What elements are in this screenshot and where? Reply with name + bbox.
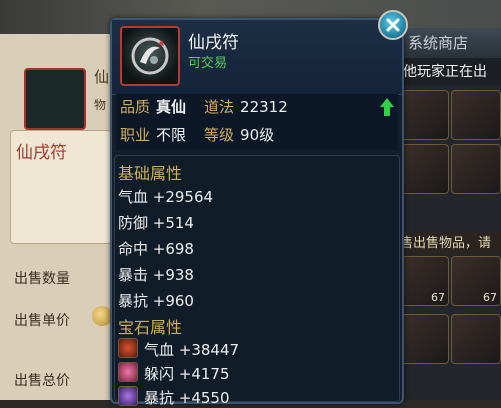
level-label: 等级	[204, 126, 235, 144]
stat-row-quality: 品质 真仙 道法 22312	[120, 96, 288, 117]
sell-item-sub: 物	[94, 98, 107, 112]
sell-quantity-label: 出售数量	[14, 271, 70, 287]
dao-value: 22312	[240, 98, 288, 116]
system-shop-tab[interactable]: 系统商店	[400, 28, 501, 58]
red-gem-icon	[118, 338, 138, 358]
base-attribute: 命中 +698	[118, 240, 194, 258]
tradable-status: 可交易	[188, 56, 228, 71]
base-attribute: 防御 +514	[118, 214, 194, 232]
shop-slot[interactable]	[451, 314, 501, 364]
shop-slot[interactable]	[451, 144, 501, 194]
sell-item-name: 仙	[94, 68, 110, 86]
sell-total-price-label: 出售总价	[14, 373, 70, 389]
slot-count: 67	[483, 291, 497, 304]
slot-count: 67	[431, 291, 445, 304]
fairy-talisman-icon	[120, 26, 180, 86]
job-value: 不限	[156, 126, 187, 144]
shop-slot[interactable]: 67	[399, 256, 449, 306]
item-title: 仙戌符	[188, 33, 239, 53]
coin-icon	[92, 306, 112, 326]
close-icon[interactable]	[378, 10, 408, 40]
gem-attribute-text: 躲闪 +4175	[144, 365, 230, 383]
shop-slot[interactable]	[399, 90, 449, 140]
job-label: 职业	[120, 126, 151, 144]
gem-attribute: 气血 +38447	[118, 338, 239, 360]
gem-attribute: 暴抗 +4550	[118, 386, 230, 408]
gem-attribute: 躲闪 +4175	[118, 362, 230, 384]
shop-slot[interactable]: 67	[451, 256, 501, 306]
base-attribute: 气血 +29564	[118, 188, 214, 206]
gem-attributes-title: 宝石属性	[118, 318, 183, 337]
gem-attribute-text: 气血 +38447	[144, 341, 240, 359]
sell-hint-text: 售出售物品，请	[400, 232, 501, 254]
shop-slot[interactable]	[399, 314, 449, 364]
shop-slot[interactable]	[399, 144, 449, 194]
level-value: 90级	[240, 126, 275, 144]
sell-unit-price-label: 出售单价	[14, 313, 70, 329]
purple-gem-icon	[118, 386, 138, 406]
gem-attribute-text: 暴抗 +4550	[144, 389, 230, 407]
dao-label: 道法	[204, 98, 235, 116]
green-up-arrow-icon	[380, 98, 394, 116]
quality-label: 品质	[120, 98, 151, 116]
base-attribute: 暴击 +938	[118, 266, 194, 284]
tooltip-header: 仙戌符 可交易	[112, 20, 402, 95]
stat-row-job: 职业 不限 等级 90级	[120, 124, 274, 145]
item-name-box-text: 仙戌符	[16, 143, 67, 163]
core-stats: 品质 真仙 道法 22312 职业 不限 等级 90级	[116, 94, 398, 150]
base-attributes-title: 基础属性	[118, 164, 183, 183]
shop-slot[interactable]	[451, 90, 501, 140]
quality-value: 真仙	[156, 98, 187, 116]
sell-item-icon[interactable]	[24, 68, 86, 130]
shop-notice-text: 他玩家正在出	[395, 58, 501, 86]
base-attribute: 暴抗 +960	[118, 292, 194, 310]
pink-gem-icon	[118, 362, 138, 382]
